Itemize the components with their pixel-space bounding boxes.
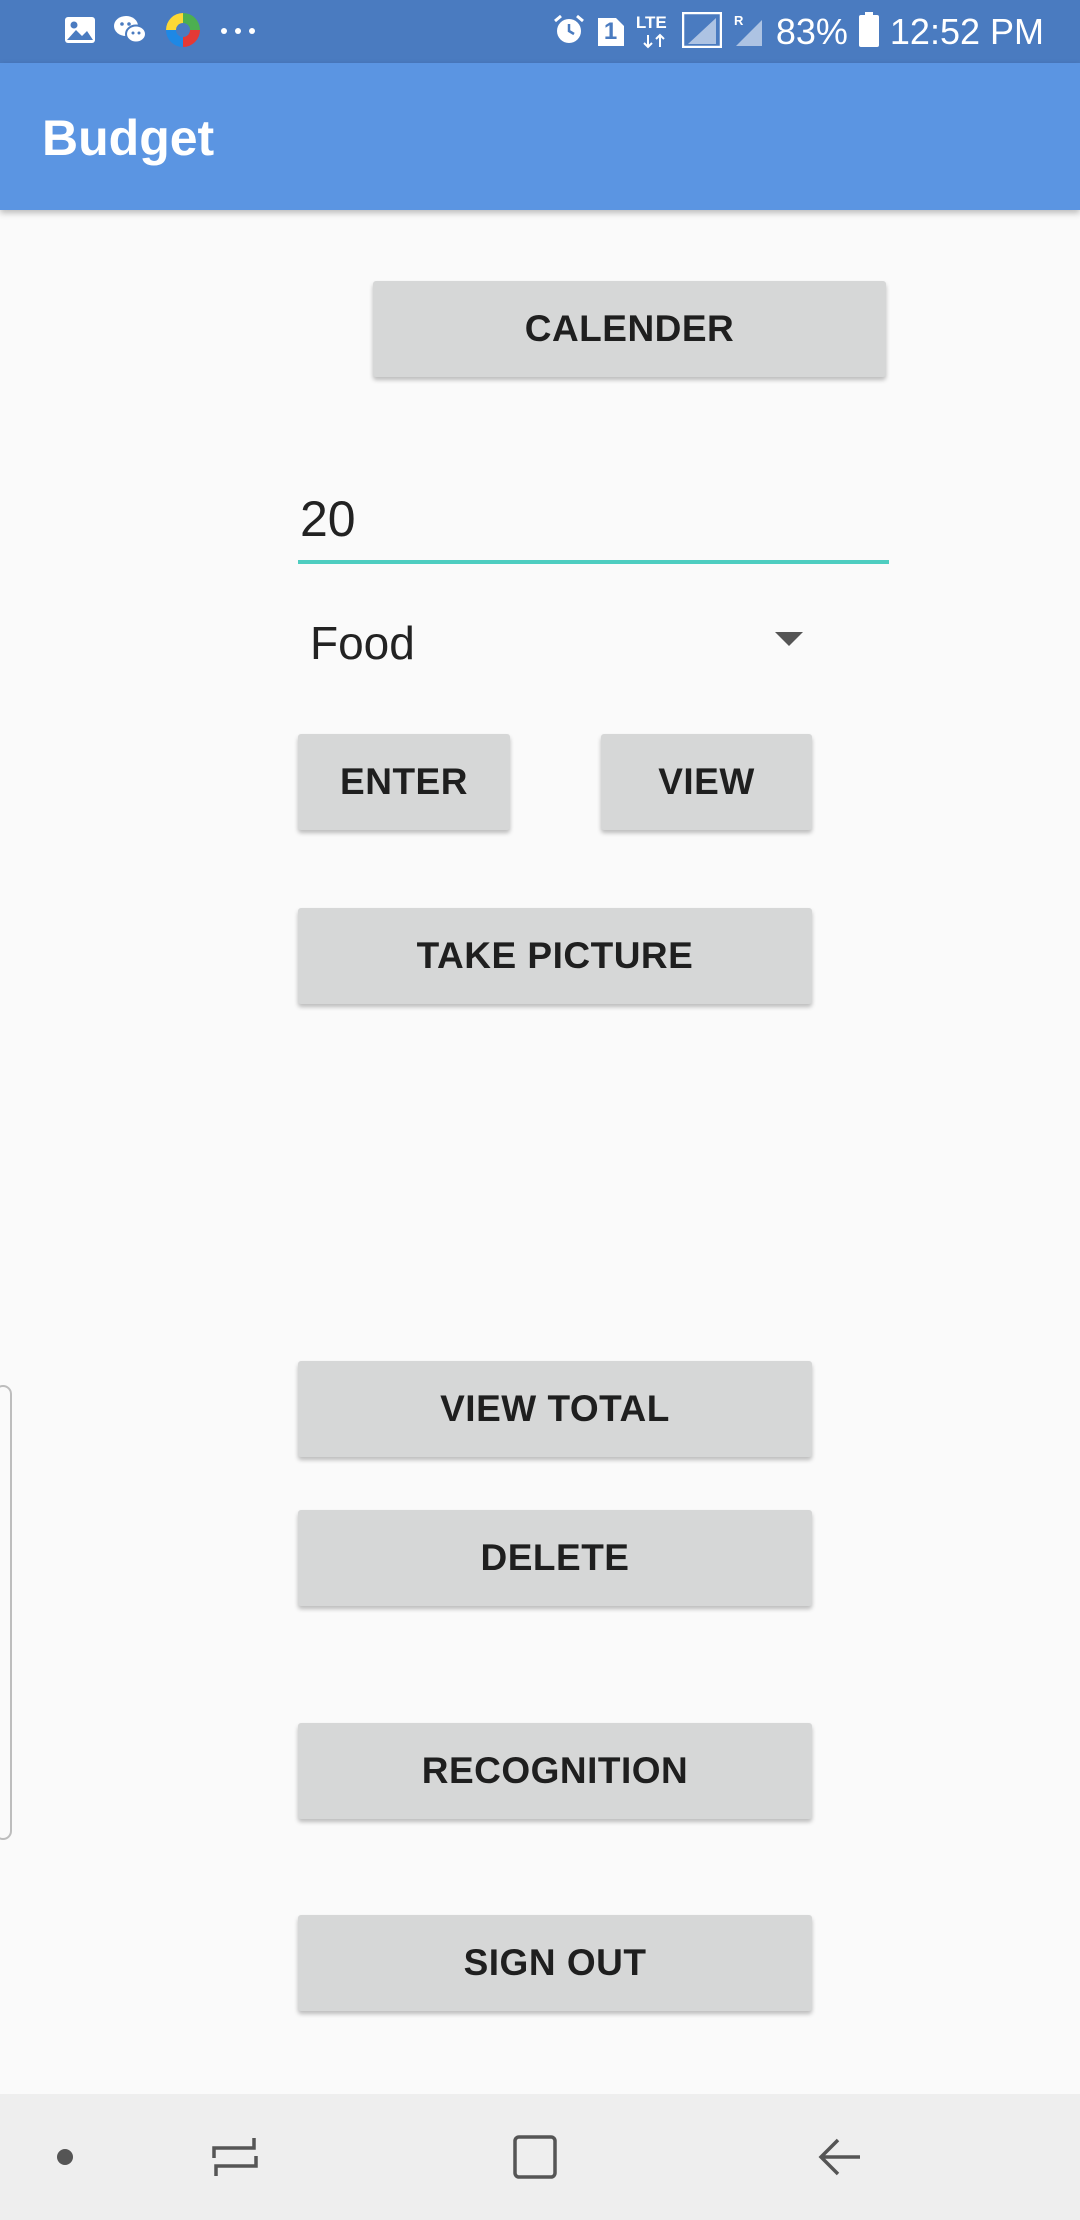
lte-label: LTE <box>635 13 667 32</box>
roaming-signal-icon: R <box>732 12 766 53</box>
recognition-button[interactable]: RECOGNITION <box>298 1723 812 1819</box>
view-button[interactable]: VIEW <box>601 734 812 830</box>
more-dots-icon <box>218 23 258 41</box>
svg-text:R: R <box>734 13 744 28</box>
app-title: Budget <box>42 110 215 166</box>
view-total-button[interactable]: VIEW TOTAL <box>298 1361 812 1457</box>
battery-percent: 83% <box>775 11 848 52</box>
status-left-icons <box>64 12 258 52</box>
alarm-icon <box>552 13 586 52</box>
dropdown-arrow-icon <box>775 632 803 646</box>
enter-button[interactable]: ENTER <box>298 734 510 830</box>
status-right-icons: 1 LTE R 83% 12:52 PM <box>552 10 1044 54</box>
category-dropdown[interactable]: Food <box>310 610 810 680</box>
amount-input-value: 20 <box>300 491 356 547</box>
back-icon[interactable] <box>800 2094 880 2220</box>
wechat-icon <box>112 14 148 51</box>
delete-button[interactable]: DELETE <box>298 1510 812 1606</box>
calendar-button[interactable]: CALENDER <box>373 281 886 377</box>
battery-icon <box>858 11 880 53</box>
home-icon[interactable] <box>495 2094 575 2220</box>
category-selected-value: Food <box>310 617 415 669</box>
amount-input[interactable]: 20 <box>298 480 889 564</box>
recents-icon[interactable] <box>195 2094 275 2220</box>
colorful-app-icon <box>164 11 202 54</box>
sim-badge-text: 1 <box>603 18 618 45</box>
status-bar: 1 LTE R 83% 12:52 PM <box>0 0 1080 63</box>
sign-out-button[interactable]: SIGN OUT <box>298 1915 812 2011</box>
edge-panel-handle[interactable] <box>0 1385 12 1840</box>
take-picture-button[interactable]: TAKE PICTURE <box>298 908 812 1004</box>
app-bar: Budget <box>0 63 1080 210</box>
lte-icon: LTE <box>636 13 672 51</box>
signal-icon <box>681 11 723 53</box>
navigation-bar <box>0 2094 1080 2220</box>
clock-time: 12:52 PM <box>889 11 1044 52</box>
sim-icon: 1 <box>596 16 626 48</box>
gallery-icon <box>64 15 96 50</box>
dot-indicator-icon <box>40 2094 90 2220</box>
